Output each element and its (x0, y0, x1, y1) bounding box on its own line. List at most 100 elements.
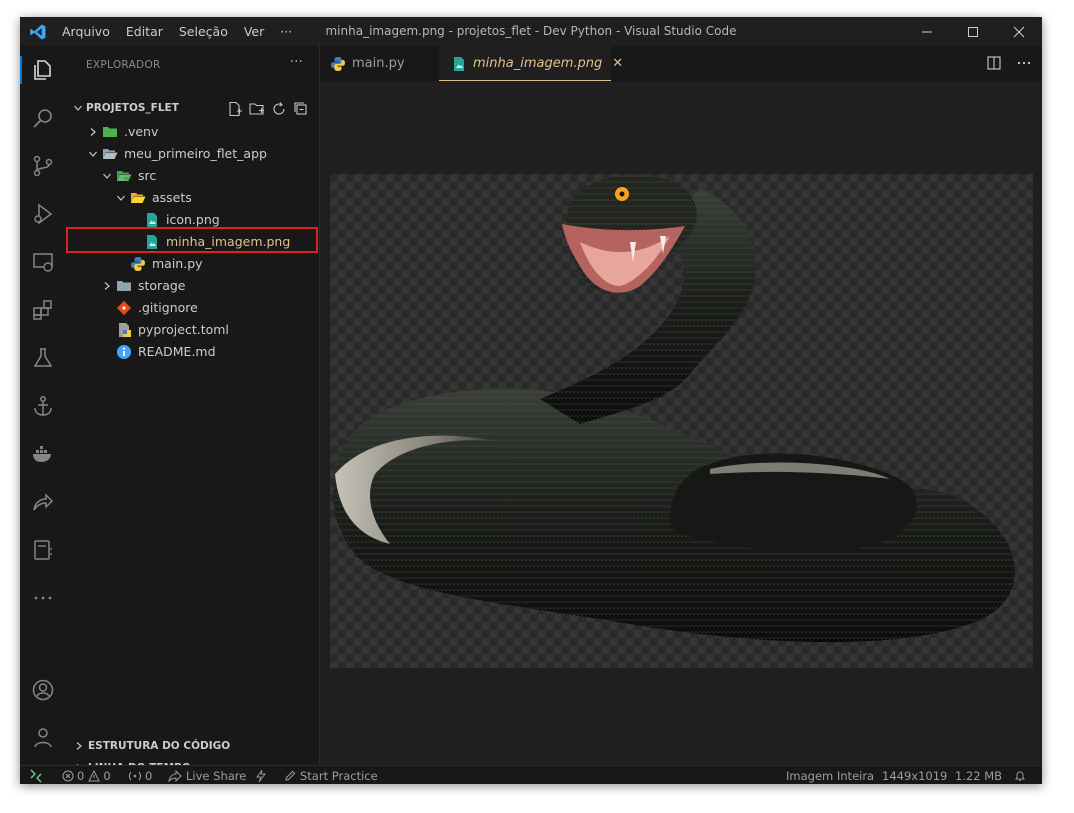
tree-item-storage[interactable]: storage (100, 275, 186, 297)
tree-item-main-py[interactable]: main.py (130, 253, 203, 275)
split-editor-icon[interactable] (986, 55, 1002, 75)
run-debug-icon[interactable] (31, 202, 55, 226)
section-outline[interactable]: ESTRUTURA DO CÓDIGO (66, 735, 319, 757)
tab-label: minha_imagem.png (473, 56, 603, 71)
chevron-down-icon (114, 193, 128, 203)
maximize-button[interactable] (950, 17, 996, 46)
tree-label: storage (138, 278, 186, 293)
editor-actions (986, 55, 1032, 75)
tree-label: assets (152, 190, 192, 205)
anchor-icon[interactable] (31, 394, 55, 418)
more-actions-icon[interactable] (1016, 55, 1032, 75)
antenna-icon (129, 771, 141, 780)
folder-src-icon: </> (116, 168, 132, 184)
tab-close-icon[interactable]: ✕ (612, 56, 623, 71)
remote-indicator[interactable] (20, 766, 52, 784)
tree-item-src[interactable]: </> src (100, 165, 156, 187)
folder-icon (116, 278, 132, 294)
tree-item-assets[interactable]: assets (114, 187, 192, 209)
new-file-icon[interactable] (227, 101, 243, 117)
dimensions-status: 1449x1019 (882, 768, 948, 783)
menu-more[interactable]: ··· (280, 24, 292, 39)
image-file-icon (144, 212, 160, 228)
live-share-icon (168, 769, 182, 782)
docker-icon[interactable] (31, 442, 55, 466)
search-icon[interactable] (31, 106, 55, 130)
project-name: PROJETOS_FLET (86, 102, 179, 114)
problems-indicator[interactable]: 0 0 (62, 766, 111, 784)
menu-bar: Arquivo Editar Seleção Ver ··· (62, 17, 308, 46)
chevron-right-icon (100, 281, 114, 291)
menu-ver[interactable]: Ver (244, 24, 264, 39)
menu-editar[interactable]: Editar (126, 24, 163, 39)
extensions-icon[interactable] (31, 298, 55, 322)
tree-item-gitignore[interactable]: .gitignore (116, 297, 198, 319)
more-views-icon[interactable] (31, 586, 55, 610)
info-icon (116, 344, 132, 360)
tree-label: main.py (152, 256, 203, 271)
refresh-icon[interactable] (271, 101, 287, 117)
vscode-window: Arquivo Editar Seleção Ver ··· minha_ima… (20, 17, 1042, 784)
tree-item-pyproject[interactable]: pyproject.toml (116, 319, 229, 341)
window-controls (904, 17, 1042, 46)
menu-selecao[interactable]: Seleção (179, 24, 228, 39)
python-file-icon (130, 256, 146, 272)
live-share-icon[interactable] (31, 490, 55, 514)
pencil-icon (285, 770, 296, 781)
account-icon[interactable] (31, 678, 55, 702)
live-share-status[interactable]: Live Share (168, 766, 246, 784)
tree-label: minha_imagem.png (166, 234, 291, 249)
svg-text:</>: </> (124, 176, 132, 182)
source-control-icon[interactable] (31, 154, 55, 178)
remote-icon (30, 769, 42, 782)
toml-file-icon (116, 322, 132, 338)
minimize-button[interactable] (904, 17, 950, 46)
git-icon (116, 300, 132, 316)
explorer-more-button[interactable]: ··· (290, 54, 303, 70)
bell-icon (1015, 771, 1025, 781)
remote-explorer-icon[interactable] (31, 250, 55, 274)
snake-image (333, 175, 1015, 643)
tab-minha-imagem[interactable]: minha_imagem.png ✕ (439, 46, 623, 81)
tree-item-minha-imagem[interactable]: minha_imagem.png (144, 231, 290, 253)
image-preview[interactable] (330, 174, 1033, 668)
manage-icon[interactable] (31, 726, 55, 750)
tab-main-py[interactable]: main.py (320, 46, 438, 81)
zoom-status[interactable]: Imagem Inteira (786, 766, 874, 784)
project-actions (227, 101, 309, 117)
tab-label: main.py (352, 56, 405, 71)
tree-item-readme[interactable]: README.md (116, 341, 216, 363)
python-file-icon (330, 56, 346, 72)
status-bar: 0 0 0 Live Share Start Practice Imagem I… (20, 765, 1042, 784)
tree-label: meu_primeiro_flet_app (124, 146, 267, 161)
vscode-logo-icon (29, 23, 47, 41)
tree-item-app-folder[interactable]: meu_primeiro_flet_app (86, 143, 267, 165)
collapse-all-icon[interactable] (293, 101, 309, 117)
size-status: 1.22 MB (955, 768, 1003, 783)
close-window-button[interactable] (996, 17, 1042, 46)
warning-count: 0 (103, 768, 111, 783)
ports-count: 0 (145, 768, 153, 783)
tree-label: src (138, 168, 157, 183)
menu-arquivo[interactable]: Arquivo (62, 24, 110, 39)
project-folder-header[interactable]: PROJETOS_FLET (66, 99, 319, 121)
new-folder-icon[interactable] (249, 101, 265, 117)
title-bar: Arquivo Editar Seleção Ver ··· minha_ima… (20, 17, 1042, 46)
start-practice-status[interactable]: Start Practice (284, 766, 378, 784)
tree-item-venv[interactable]: .venv (86, 121, 158, 143)
tree-label: pyproject.toml (138, 322, 229, 337)
explorer-icon[interactable] (31, 58, 55, 82)
chevron-down-icon (86, 149, 100, 159)
section-label: ESTRUTURA DO CÓDIGO (88, 740, 231, 752)
ports-indicator[interactable]: 0 (128, 766, 152, 784)
bolt-status[interactable] (256, 766, 266, 784)
error-count: 0 (77, 768, 85, 783)
testing-icon[interactable] (31, 346, 55, 370)
folder-open-icon (102, 146, 118, 162)
notebook-icon[interactable] (31, 538, 55, 562)
image-file-icon (451, 56, 467, 72)
notifications-button[interactable] (1014, 766, 1026, 784)
live-share-label: Live Share (186, 768, 247, 783)
tree-label: .venv (124, 124, 159, 139)
tree-label: README.md (138, 344, 216, 359)
